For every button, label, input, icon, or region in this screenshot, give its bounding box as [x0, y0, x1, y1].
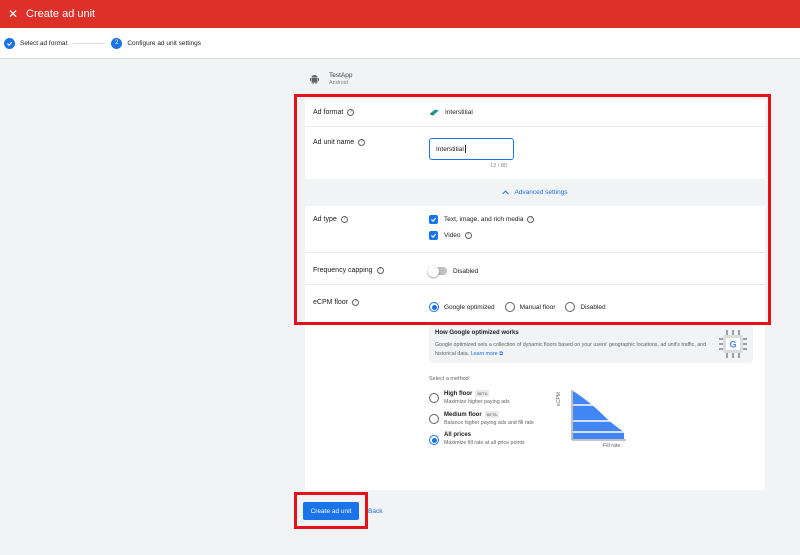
check-icon — [4, 37, 15, 49]
step-connector — [73, 42, 106, 44]
ad-type-option-rich-media[interactable]: Text, image, and rich media ? — [429, 215, 535, 224]
radio-unselected-icon — [429, 414, 439, 424]
chevron-up-icon — [502, 190, 510, 195]
help-icon[interactable]: ? — [358, 139, 366, 146]
method-option-all-prices[interactable]: All prices Maximize fill rate at all pri… — [429, 432, 525, 446]
ad-unit-name-label: Ad unit name — [313, 139, 355, 146]
char-counter: 12 / 80 — [490, 163, 507, 169]
top-app-bar: ✕ Create ad unit — [0, 0, 800, 28]
floor-chart-illustration: eCPM Fill rate — [555, 388, 628, 453]
ecpm-option-google-optimized[interactable]: Google optimized — [429, 302, 495, 312]
ad-unit-name-input[interactable]: Interstitial — [429, 138, 514, 160]
google-optimized-info: How Google optimized works Google optimi… — [429, 325, 753, 363]
ad-type-option-video[interactable]: Video ? — [429, 231, 472, 240]
stepper: Select ad format 2 Configure ad unit set… — [0, 28, 800, 59]
google-chip-icon: G — [719, 329, 747, 361]
frequency-capping-state: Disabled — [453, 267, 479, 275]
checkbox-checked-icon — [429, 231, 438, 240]
method-label: Select a method: — [429, 376, 471, 382]
method-option-medium-floor[interactable]: Medium floor BETA Balance higher paying a… — [429, 411, 534, 426]
text-cursor — [464, 145, 466, 153]
beta-badge: BETA — [484, 411, 499, 418]
step-number: 2 — [111, 37, 123, 49]
open-in-new-icon: ⧉ — [499, 351, 504, 357]
settings-card: Ad format ? Interstitial Ad unit name ? … — [305, 99, 765, 490]
advanced-settings-label: Advanced settings — [514, 189, 568, 196]
page-title: Create ad unit — [26, 8, 96, 20]
ad-format-label: Ad format — [313, 109, 344, 116]
android-icon — [305, 70, 323, 88]
radio-unselected-icon — [504, 302, 515, 312]
step-label: Configure ad unit settings — [127, 39, 202, 47]
close-icon[interactable]: ✕ — [2, 7, 24, 21]
beta-badge: BETA — [475, 390, 490, 397]
ecpm-floor-row: eCPM floor ? Google optimized Manual flo… — [305, 290, 765, 320]
help-icon[interactable]: ? — [527, 216, 535, 223]
checkbox-checked-icon — [429, 215, 438, 224]
app-info: TestApp Android — [305, 70, 353, 88]
frequency-capping-label: Frequency capping — [313, 267, 373, 274]
info-text: Google optimized sets a collection of dy… — [435, 342, 707, 357]
svg-text:G: G — [729, 340, 736, 350]
help-icon[interactable]: ? — [347, 109, 355, 116]
chart-xlabel: Fill rate — [603, 443, 621, 449]
ad-type-label: Ad type — [313, 216, 337, 223]
step-label: Select ad format — [20, 39, 68, 47]
info-title: How Google optimized works — [435, 330, 519, 336]
create-ad-unit-button[interactable]: Create ad unit — [303, 502, 359, 520]
learn-more-link[interactable]: Learn more ⧉ — [471, 351, 503, 357]
help-icon[interactable]: ? — [352, 299, 360, 306]
radio-unselected-icon — [429, 393, 439, 403]
step-configure-settings: 2 Configure ad unit settings — [111, 37, 202, 49]
advanced-settings-toggle[interactable]: Advanced settings — [305, 179, 765, 206]
ad-type-row: Ad type ? Text, image, and rich media ? … — [305, 206, 765, 253]
ecpm-floor-label: eCPM floor — [313, 299, 349, 306]
app-name: TestApp — [329, 72, 353, 79]
radio-unselected-icon — [565, 302, 576, 312]
app-platform: Android — [329, 80, 348, 86]
help-icon[interactable]: ? — [464, 232, 472, 239]
ad-format-row: Ad format ? Interstitial — [305, 99, 765, 127]
back-button[interactable]: Back — [368, 502, 382, 520]
ad-format-value: Interstitial — [445, 108, 473, 116]
step-select-ad-format[interactable]: Select ad format — [4, 37, 68, 49]
radio-selected-icon — [429, 435, 439, 445]
method-option-high-floor[interactable]: High floor BETA Maximize higher paying ad… — [429, 390, 510, 405]
ecpm-option-manual-floor[interactable]: Manual floor — [504, 302, 555, 312]
frequency-capping-toggle[interactable] — [428, 265, 447, 277]
radio-selected-icon — [429, 302, 439, 312]
interstitial-format-icon — [429, 108, 440, 116]
help-icon[interactable]: ? — [340, 216, 348, 223]
chart-ylabel: eCPM — [555, 392, 562, 406]
frequency-capping-row: Frequency capping ? Disabled — [305, 257, 765, 285]
ecpm-option-disabled[interactable]: Disabled — [565, 302, 606, 312]
help-icon[interactable]: ? — [376, 267, 384, 274]
